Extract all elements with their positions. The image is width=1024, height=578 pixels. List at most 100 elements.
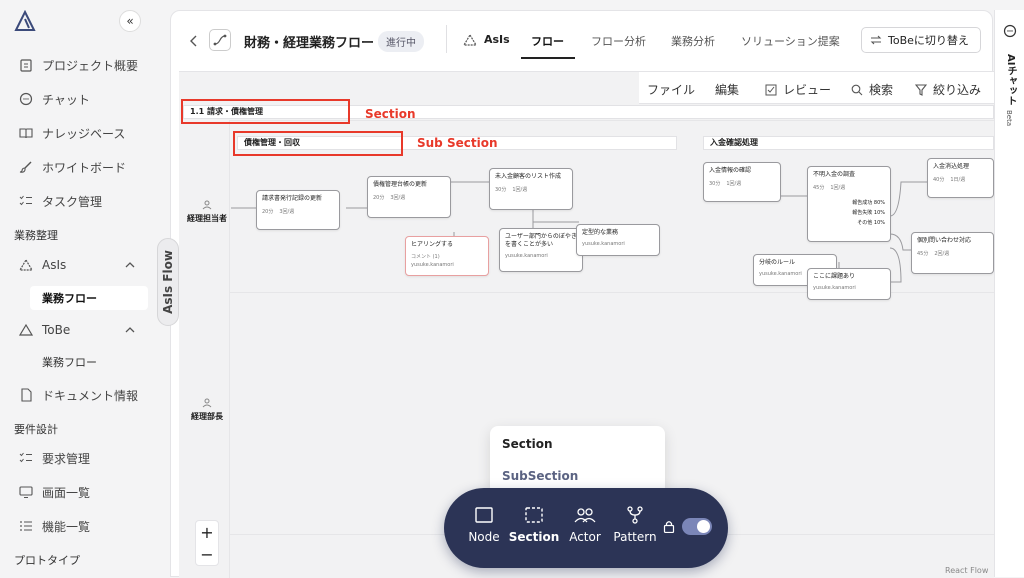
ai-chat-rail[interactable]: AIチャット Beta xyxy=(994,10,1024,577)
sidebar-item-functions[interactable]: 機能一覧 xyxy=(18,514,90,538)
flow-node[interactable]: 入金消込処理 40分 1日/週 xyxy=(927,158,994,198)
tab-solution-proposal[interactable]: ソリューション提案 xyxy=(741,33,840,49)
collapse-sidebar-button[interactable]: « xyxy=(119,10,141,32)
tab-flow[interactable]: フロー xyxy=(531,33,564,49)
node-author: yusuke.kanamori xyxy=(582,241,625,247)
node-duration: 45分 xyxy=(813,185,825,191)
asis-flow-handle-label: AsIs Flow xyxy=(161,250,176,314)
lock-icon xyxy=(663,521,675,533)
flow-icon xyxy=(209,29,231,51)
node-title: 入金情報の確認 xyxy=(709,167,752,174)
sidebar-item-label: ナレッジベース xyxy=(42,126,126,141)
dock-label: Actor xyxy=(569,530,601,544)
dock-pattern-button[interactable]: Pattern xyxy=(607,506,663,544)
asis-flow-handle[interactable]: AsIs Flow xyxy=(157,238,179,326)
zoom-controls: + − xyxy=(195,520,219,566)
node-title: ユーザー部門からのぼやきを書くことが多い xyxy=(505,233,577,248)
branch-label: その他 10% xyxy=(857,220,885,226)
sidebar: « プロジェクト概要 チャット ナレッジベース ホワイトボード タスク管理 業務… xyxy=(0,0,164,577)
sidebar-item-project-overview[interactable]: プロジェクト概要 xyxy=(18,53,138,77)
sidebar-item-tobe[interactable]: ToBe xyxy=(18,318,70,342)
node-frequency: 1回/週 xyxy=(726,181,742,187)
dock-label: Node xyxy=(468,530,500,544)
flow-node[interactable]: 入金情報の確認 30分 1回/週 xyxy=(703,162,781,202)
page-title: 財務・経理業務フロー xyxy=(244,36,375,51)
triangle-icon xyxy=(18,322,34,338)
dock-actor-button[interactable]: Actor xyxy=(557,506,613,544)
tab-business-analysis[interactable]: 業務分析 xyxy=(671,33,715,49)
node-author: yusuke.kanamori xyxy=(505,253,548,259)
flow-node[interactable]: 債権管理台帳の更新 20分 3回/週 xyxy=(367,176,451,218)
flow-node[interactable]: 個別問い合わせ対応 45分 2回/週 xyxy=(911,232,994,274)
book-icon xyxy=(18,125,34,141)
dashed-square-icon xyxy=(525,507,543,523)
switch-to-tobe-label: ToBeに切り替え xyxy=(888,34,969,47)
sidebar-item-label: ドキュメント情報 xyxy=(42,388,139,403)
status-badge: 進行中 xyxy=(378,31,424,52)
sidebar-subitem-tobe-flow[interactable]: 業務フロー xyxy=(30,350,148,374)
node-title: ここに課題あり xyxy=(813,273,856,280)
app-logo[interactable] xyxy=(14,10,36,32)
node-title: 不明入金の調査 xyxy=(813,171,856,178)
sidebar-item-label: 要求管理 xyxy=(42,451,91,466)
chat-bubble-icon xyxy=(18,91,34,107)
triangle-icon xyxy=(18,257,34,273)
sidebar-item-label: ホワイトボード xyxy=(42,160,127,175)
node-duration: 45分 xyxy=(917,251,929,257)
node-title: 債権管理台帳の更新 xyxy=(373,181,428,188)
sidebar-item-task-management[interactable]: タスク管理 xyxy=(18,189,102,213)
group-label-prototype: プロトタイプ xyxy=(14,554,80,567)
node-frequency: 2回/週 xyxy=(934,251,950,257)
node-title: 個別問い合わせ対応 xyxy=(917,237,972,244)
sidebar-item-requirements[interactable]: 要求管理 xyxy=(18,446,90,470)
lock-toggle[interactable] xyxy=(682,518,712,535)
flow-node[interactable]: 未入金顧客のリスト作成 30分 1回/週 xyxy=(489,168,573,210)
popup-option-section[interactable]: Section xyxy=(502,437,553,451)
asis-label: AsIs xyxy=(484,33,510,46)
ai-chat-label: AIチャット xyxy=(1005,54,1016,106)
sidebar-item-label: チャット xyxy=(42,92,90,107)
section-type-popup: Section SubSection xyxy=(490,426,665,504)
flow-node-branch[interactable]: 不明入金の調査 45分 1回/週 報告成功 80% 報告失敗 10% その他 10… xyxy=(807,166,891,242)
brush-icon xyxy=(18,159,34,175)
sidebar-item-chat[interactable]: チャット xyxy=(18,87,90,111)
flow-node-note[interactable]: ユーザー部門からのぼやきを書くことが多い yusuke.kanamori xyxy=(499,228,583,272)
tab-flow-analysis[interactable]: フロー分析 xyxy=(591,33,646,49)
react-flow-attribution[interactable]: React Flow xyxy=(945,566,988,575)
node-frequency: 1回/週 xyxy=(512,187,528,193)
zoom-out-button[interactable]: − xyxy=(196,543,218,565)
flow-node-note[interactable]: ここに課題あり yusuke.kanamori xyxy=(807,268,891,300)
node-duration: 20分 xyxy=(373,195,385,201)
sidebar-item-label: ToBe xyxy=(42,323,71,337)
back-chevron-icon[interactable] xyxy=(189,35,199,47)
dock-section-button[interactable]: Section xyxy=(506,506,562,544)
chevron-up-icon[interactable] xyxy=(124,324,136,336)
toggle-knob xyxy=(697,520,710,533)
switch-to-tobe-button[interactable]: ToBeに切り替え xyxy=(861,27,981,53)
group-label-business: 業務整理 xyxy=(14,229,58,242)
task-list-icon xyxy=(18,193,34,209)
node-duration: 20分 xyxy=(262,209,274,215)
chevron-up-icon[interactable] xyxy=(124,259,136,271)
dock-label: Section xyxy=(508,530,560,544)
zoom-in-button[interactable]: + xyxy=(196,521,218,543)
sidebar-item-screens[interactable]: 画面一覧 xyxy=(18,480,90,504)
sidebar-item-whiteboard[interactable]: ホワイトボード xyxy=(18,155,126,179)
dock-label: Pattern xyxy=(613,530,657,544)
sidebar-subitem-asis-flow[interactable]: 業務フロー xyxy=(30,286,148,310)
chat-bubble-icon xyxy=(1003,24,1017,38)
sidebar-item-asis[interactable]: AsIs xyxy=(18,253,66,277)
node-title: 定型的な業務 xyxy=(582,229,619,236)
sidebar-item-knowledge-base[interactable]: ナレッジベース xyxy=(18,121,125,145)
sidebar-item-document-info[interactable]: ドキュメント情報 xyxy=(18,383,138,407)
flow-node[interactable]: 請求書発行記録の更新 20分 3回/週 xyxy=(256,190,340,230)
node-title: 未入金顧客のリスト作成 xyxy=(495,173,562,180)
asis-triangle-icon xyxy=(463,34,477,46)
dock-node-button[interactable]: Node xyxy=(456,506,512,544)
flow-node-comment[interactable]: ヒアリングする コメント (1) yusuke.kanamori xyxy=(405,236,489,276)
beta-badge: Beta xyxy=(1005,110,1013,127)
sidebar-item-label: 機能一覧 xyxy=(42,519,91,534)
popup-option-subsection[interactable]: SubSection xyxy=(502,469,578,483)
sidebar-item-label: プロジェクト概要 xyxy=(42,58,139,73)
flow-node-note[interactable]: 定型的な業務 yusuke.kanamori xyxy=(576,224,660,256)
